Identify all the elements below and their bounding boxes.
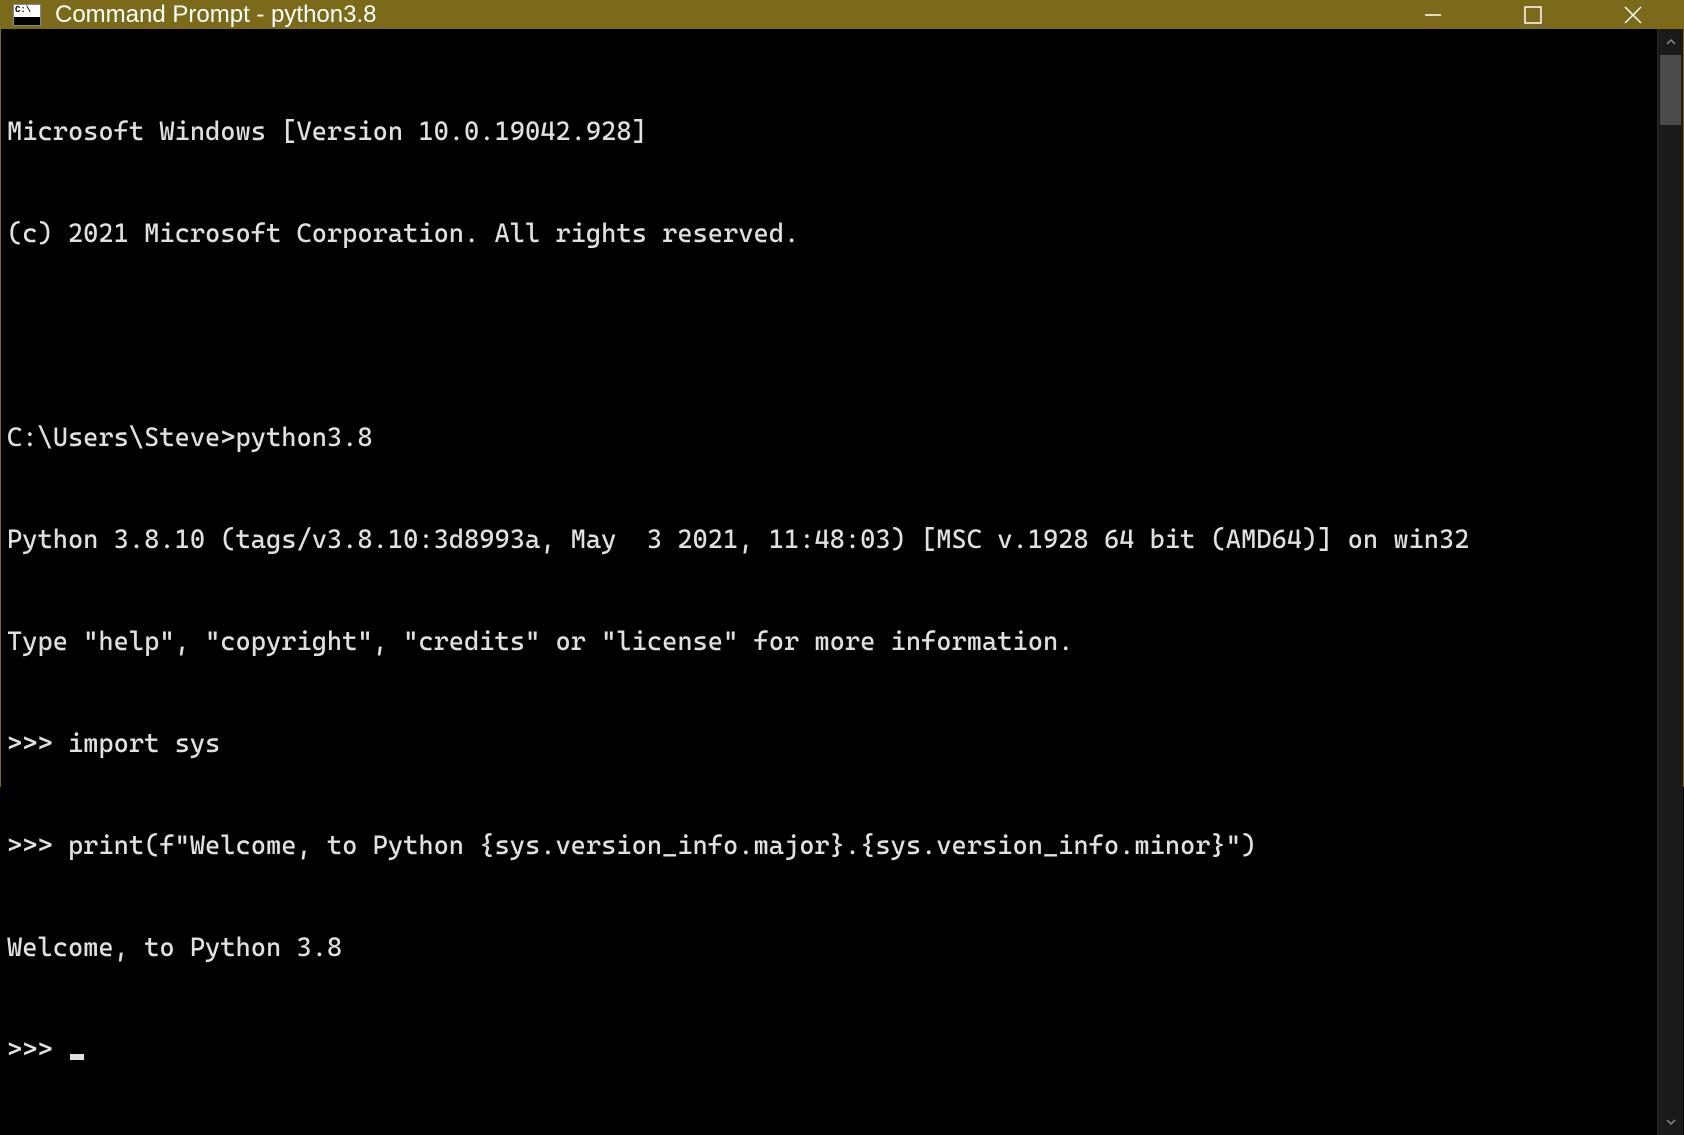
cmd-icon: C:\ [13,4,41,26]
vertical-scrollbar[interactable] [1657,29,1683,1135]
prompt-line[interactable]: >>> [7,1033,1657,1067]
scroll-thumb[interactable] [1660,55,1681,125]
output-line: Welcome, to Python 3.8 [7,931,1657,965]
output-line: (c) 2021 Microsoft Corporation. All righ… [7,217,1657,251]
window-controls [1383,1,1683,29]
prompt-text: >>> [7,1035,68,1065]
scroll-up-arrow[interactable] [1658,29,1683,55]
output-line: C:\Users\Steve>python3.8 [7,421,1657,455]
minimize-button[interactable] [1383,1,1483,29]
terminal-output[interactable]: Microsoft Windows [Version 10.0.19042.92… [1,29,1657,1135]
output-line: Python 3.8.10 (tags/v3.8.10:3d8993a, May… [7,523,1657,557]
output-line: >>> import sys [7,727,1657,761]
titlebar[interactable]: C:\ Command Prompt - python3.8 [1,1,1683,29]
window-title: Command Prompt - python3.8 [55,1,1383,29]
command-prompt-window: C:\ Command Prompt - python3.8 Microsoft… [0,0,1684,787]
maximize-button[interactable] [1483,1,1583,29]
output-line: Type "help", "copyright", "credits" or "… [7,625,1657,659]
scroll-track[interactable] [1658,55,1683,1109]
output-line [7,319,1657,353]
cursor [70,1054,84,1060]
output-line: Microsoft Windows [Version 10.0.19042.92… [7,115,1657,149]
client-area: Microsoft Windows [Version 10.0.19042.92… [1,29,1683,1135]
scroll-down-arrow[interactable] [1658,1109,1683,1135]
output-line: >>> print(f"Welcome, to Python {sys.vers… [7,829,1657,863]
close-button[interactable] [1583,1,1683,29]
